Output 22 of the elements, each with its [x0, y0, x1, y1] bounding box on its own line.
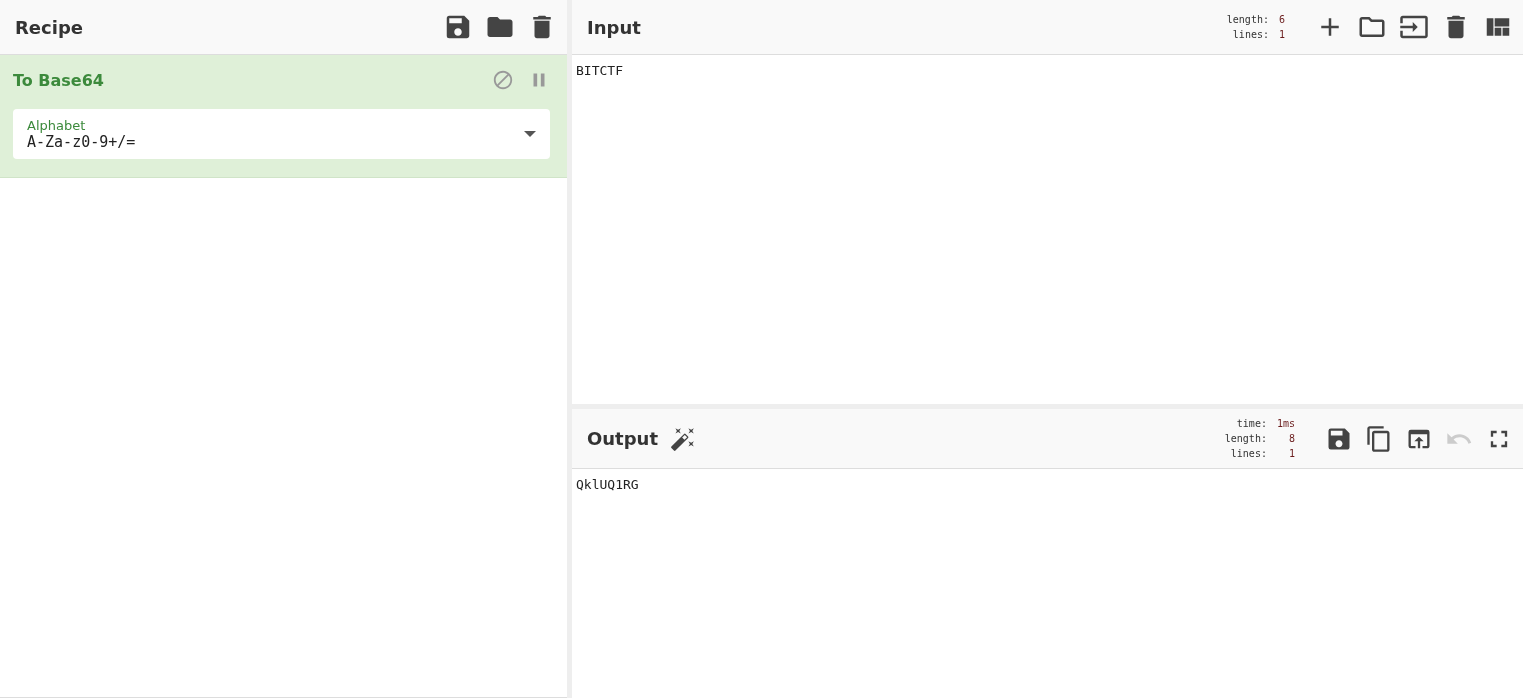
stat-value: 8 [1287, 432, 1295, 446]
stat-label: length: [1226, 13, 1269, 27]
operation-name: To Base64 [13, 70, 104, 90]
stat-value: 6 [1278, 13, 1285, 27]
stat-label: lines: [1229, 447, 1267, 461]
stat-value: 1ms [1276, 417, 1295, 431]
disable-icon [492, 69, 514, 91]
magic-wand-icon [670, 425, 697, 452]
caret-icon [524, 131, 536, 137]
input-field[interactable]: BITCTF [572, 55, 1523, 404]
panel-title: Recipe [14, 16, 83, 38]
stat-value: 1 [1278, 28, 1285, 42]
stat-label: length: [1224, 432, 1267, 446]
stat-value: 1 [1287, 447, 1295, 461]
output-text: QklUQ1RG [575, 476, 640, 494]
copy-icon [1365, 424, 1393, 453]
panel-title: Input [586, 16, 641, 38]
stat-label: time: [1235, 417, 1267, 431]
panel-title: Output [586, 428, 659, 449]
stat-label: lines: [1231, 28, 1269, 42]
toolbar-button[interactable] [1365, 424, 1393, 453]
alphabet-dropdown[interactable]: Alphabet A-Za-z0-9+/= [13, 109, 550, 159]
